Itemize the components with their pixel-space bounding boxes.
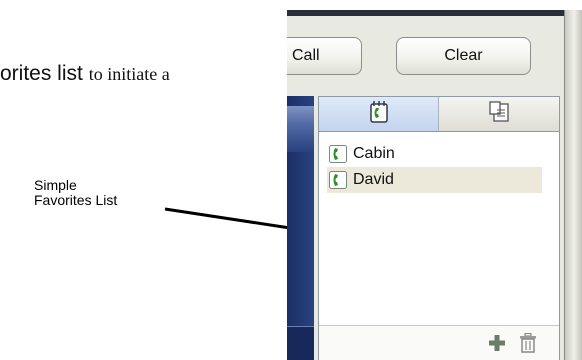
right-scrollbar[interactable]	[564, 10, 582, 360]
favorites-tabs	[319, 97, 559, 132]
left-side-panel	[287, 96, 314, 360]
favorites-list: Cabin David	[327, 141, 542, 193]
contact-card-icon	[487, 100, 511, 128]
left-panel-bottom-bar	[287, 326, 314, 360]
phone-contact-icon	[368, 100, 390, 129]
callout-label: Simple Favorites List	[34, 178, 117, 208]
favorites-footer	[319, 325, 559, 360]
call-button-label: Call	[292, 47, 320, 64]
tab-favorites[interactable]	[319, 97, 439, 131]
add-icon[interactable]	[487, 333, 507, 353]
document-text: orites list to initiate a	[0, 62, 170, 86]
favorites-panel: Cabin David	[318, 96, 560, 360]
window-top-strip	[287, 10, 582, 16]
document-text-serif: to initiate a	[88, 64, 170, 84]
phone-icon	[329, 145, 347, 163]
callout-line-1: Simple	[34, 177, 77, 193]
list-item-label: Cabin	[353, 145, 395, 162]
callout-line-2: Favorites List	[34, 192, 118, 208]
list-item[interactable]: Cabin	[327, 141, 542, 167]
left-panel-highlight	[287, 106, 314, 152]
list-item[interactable]: David	[327, 167, 542, 193]
tab-contacts[interactable]	[439, 97, 559, 131]
app-window: Call Clear Cabin David	[287, 10, 582, 360]
clear-button[interactable]: Clear	[396, 37, 531, 75]
call-button[interactable]: Call	[287, 37, 362, 75]
clear-button-label: Clear	[444, 47, 483, 64]
document-text-sans: orites list	[0, 62, 83, 85]
list-item-label: David	[353, 171, 394, 188]
phone-icon	[329, 171, 347, 189]
trash-icon[interactable]	[519, 333, 537, 353]
